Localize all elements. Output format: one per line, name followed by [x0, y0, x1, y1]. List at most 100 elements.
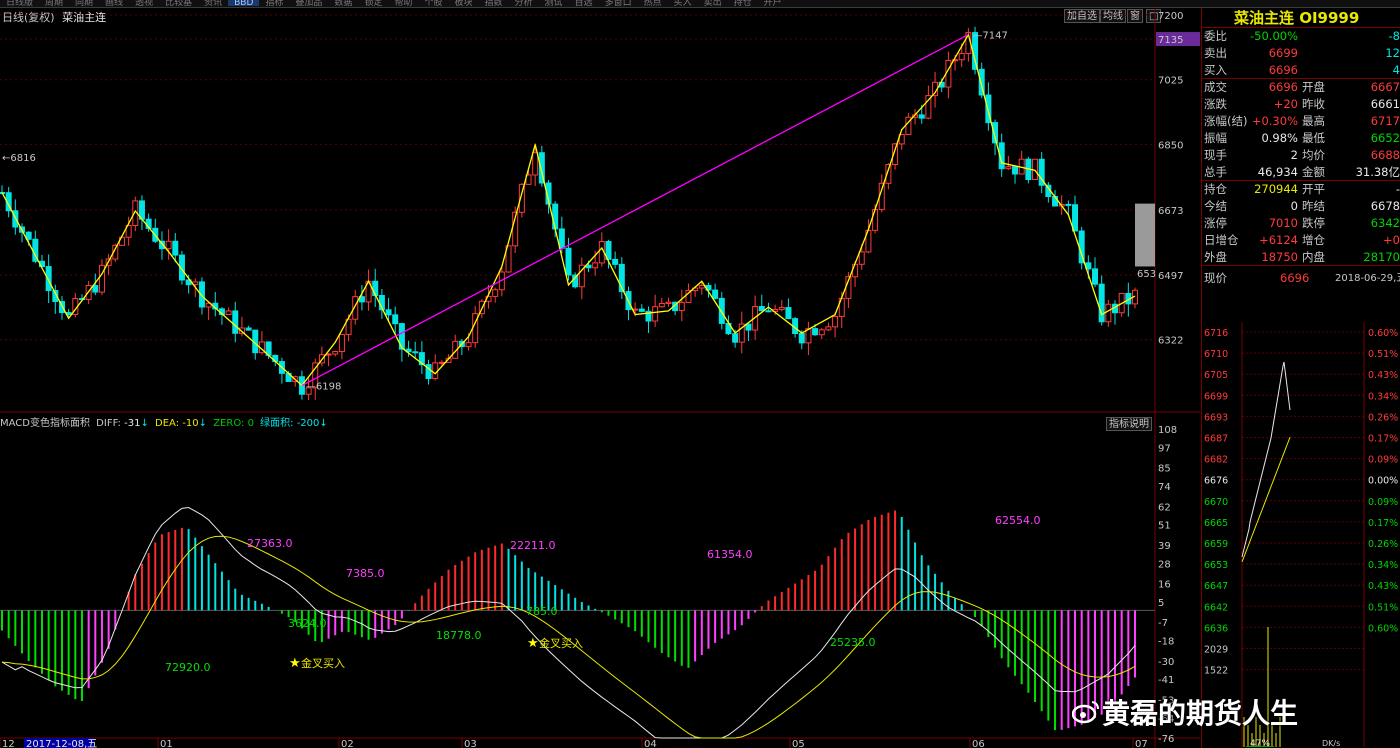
toolbar-item[interactable]: 比较基 [159, 0, 198, 7]
down-arrow-icon: ↓ [198, 418, 208, 429]
mini-price-label: 6716 [1204, 328, 1228, 339]
mini-price-label: 6659 [1204, 539, 1228, 550]
now-value: 6696 [1280, 271, 1310, 285]
date-start-label: 2017-12-08,五 [26, 739, 97, 748]
candle-body [778, 307, 785, 310]
mini-price-label: 6699 [1204, 391, 1228, 402]
quote-label: 昨结 [1302, 199, 1325, 213]
mini-pct-label: 0.34% [1368, 560, 1398, 571]
toolbar-item[interactable]: 买入 [668, 0, 698, 7]
candle-body [565, 247, 572, 276]
price-macd-chart: 7200 7135 7025 6850 6673 6497 6322 —7147 ←6816 —6… [0, 9, 1200, 748]
macd-tick-label: -18 [1158, 637, 1174, 648]
toolbar-item[interactable]: 日线版 [0, 0, 39, 7]
macd-tick-label: 62 [1158, 502, 1171, 513]
area-label: 3624.0 [288, 617, 327, 630]
candle-body [698, 285, 705, 289]
toolbar-item[interactable]: 数据 [328, 0, 358, 7]
candle-body [232, 310, 239, 334]
toolbar-item[interactable]: 个股 [418, 0, 448, 7]
candle-body [552, 203, 559, 230]
candle-body [1092, 268, 1099, 285]
down-arrow-icon: ↓ [140, 418, 149, 429]
mini-price-label: 6642 [1204, 602, 1228, 613]
mini-pct-label: 0.43% [1368, 370, 1398, 381]
toolbar-item[interactable]: BBD [228, 0, 260, 7]
toolbar-item[interactable]: 卖出 [698, 0, 728, 7]
quote-label: 增仓 [1302, 233, 1325, 247]
candle-body [438, 361, 445, 364]
quote-label: 总手 [1204, 165, 1227, 179]
mini-price-label: 6710 [1204, 349, 1228, 360]
dea-label: DEA: [155, 418, 180, 429]
quote-value: +0.30% [1251, 114, 1298, 128]
quote-value: 270944 [1254, 182, 1298, 196]
indicator-help-button[interactable]: 指标说明 [1106, 417, 1152, 431]
price-tick-label: 6497 [1158, 271, 1183, 282]
toolbar-item[interactable]: 分析 [509, 0, 539, 7]
candle-body [465, 342, 472, 348]
mini-pct-label: 0.34% [1368, 391, 1398, 402]
quote-row: 涨停 7010 跌停 6342 [1202, 215, 1400, 232]
toolbar-item[interactable]: 多窗口 [599, 0, 638, 7]
toolbar-item[interactable]: 同期 [69, 0, 99, 7]
toolbar-item[interactable]: 指标 [259, 0, 289, 7]
month-label: 06 [972, 739, 985, 748]
toolbar-item[interactable]: 持仓 [728, 0, 758, 7]
candle-body [1065, 203, 1072, 206]
mini-price-label: 6693 [1204, 412, 1228, 423]
quote-label: 持仓 [1204, 182, 1227, 196]
toolbar-item[interactable]: 周期 [39, 0, 69, 7]
candle-body [818, 329, 825, 336]
toolbar-item[interactable]: 叠加品 [289, 0, 328, 7]
quote-row: 卖出 6699 12 [1202, 45, 1400, 62]
macd-tick-label: 39 [1158, 541, 1171, 552]
mini-price-label: 6647 [1204, 581, 1228, 592]
quote-label: 委比 [1204, 29, 1227, 43]
area-label: 25235.0 [830, 636, 876, 649]
watermark-text: 黄磊的期货人生 [1102, 697, 1299, 730]
candle-body [765, 310, 772, 313]
toolbar-item[interactable]: 资讯 [198, 0, 228, 7]
quote-value: 6667 [1370, 80, 1400, 94]
mini-price-label: 6636 [1204, 623, 1228, 634]
candle-body [712, 289, 719, 299]
toolbar-item[interactable]: 透视 [129, 0, 159, 7]
toolbar-item[interactable]: 锁定 [358, 0, 388, 7]
current-price-block [1135, 203, 1155, 267]
toolbar-item[interactable]: 帮助 [388, 0, 418, 7]
quote-value: +20 [1273, 97, 1298, 111]
quote-label: 涨幅(结) [1204, 114, 1248, 128]
zero-label: ZERO: [213, 418, 245, 429]
quote-value: 6696 [1268, 80, 1298, 94]
area-label: 7385.0 [346, 567, 385, 580]
mini-pct-label: 0.09% [1368, 497, 1398, 508]
toolbar-item[interactable]: 指数 [479, 0, 509, 7]
toolbar-item[interactable]: 测试 [539, 0, 569, 7]
candle-body [165, 240, 172, 250]
toolbar-item[interactable]: 热点 [638, 0, 668, 7]
quote-label: 开平 [1302, 182, 1325, 196]
price-tick-label: 6322 [1158, 336, 1183, 347]
area-label: 27363.0 [247, 537, 293, 550]
candle-body [858, 251, 865, 265]
macd-tick-label: 108 [1158, 425, 1177, 436]
month-label: 07 [1135, 739, 1148, 748]
mini-pct-label: 0.26% [1368, 539, 1398, 550]
mini-price-label: 6705 [1204, 370, 1228, 381]
toolbar-item[interactable]: 开户 [758, 0, 788, 7]
quote-value: 0.98% [1261, 131, 1298, 145]
toolbar-item[interactable]: 板块 [448, 0, 478, 7]
area-label: 62554.0 [995, 514, 1041, 527]
quote-label: 日增仓 [1204, 233, 1239, 247]
area-label: 61354.0 [707, 548, 753, 561]
candle-body [812, 328, 819, 336]
toolbar-item[interactable]: 自选 [569, 0, 599, 7]
candle-body [745, 323, 752, 331]
price-tick-label: 7025 [1158, 76, 1183, 87]
quote-row: 涨跌 +20 昨收 6661 [1202, 96, 1400, 113]
toolbar-item[interactable]: 画线 [99, 0, 129, 7]
candle-body [638, 308, 645, 312]
macd-tick-label: 51 [1158, 521, 1171, 532]
macd-title: MACD变色指标面积 [0, 418, 90, 429]
